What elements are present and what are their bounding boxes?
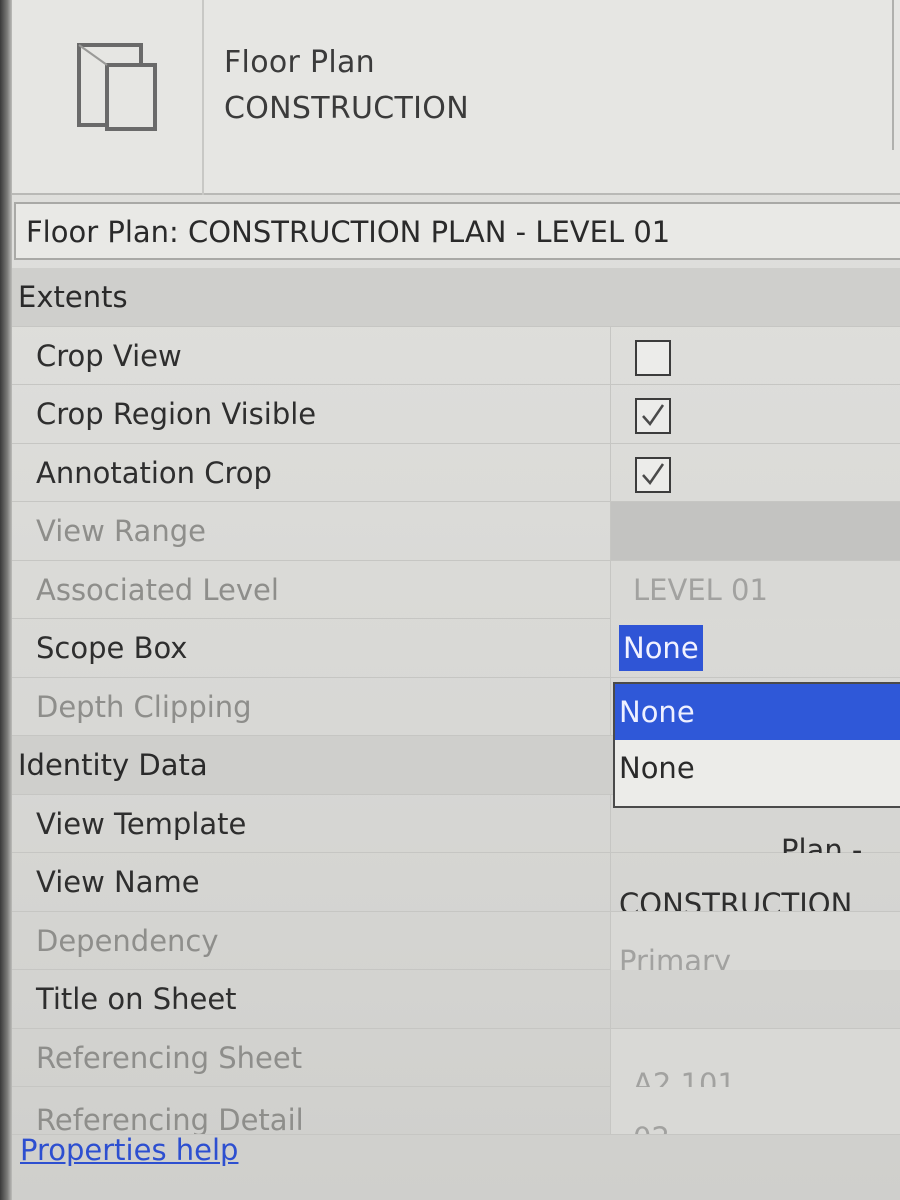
- scope-box-dropdown-list: None None: [613, 682, 900, 808]
- property-value: LEVEL 01: [610, 560, 900, 619]
- screen-bezel: [0, 0, 12, 1200]
- view-name-field[interactable]: CONSTRUCTION: [610, 853, 900, 911]
- crop-region-visible-checkbox[interactable]: [635, 398, 671, 434]
- view-selector-dropdown[interactable]: Floor Plan: CONSTRUCTION PLAN - LEVEL 01: [14, 202, 900, 260]
- referencing-sheet-value: A2.101: [633, 1066, 736, 1087]
- property-label: Depth Clipping: [36, 689, 252, 724]
- property-value: [610, 443, 900, 502]
- property-row-crop-view: Crop View: [12, 326, 900, 385]
- type-selector-divider: [202, 0, 204, 195]
- scope-box-select[interactable]: None: [610, 619, 900, 677]
- property-value: Primary: [610, 911, 900, 970]
- type-name: Floor Plan CONSTRUCTION: [224, 40, 469, 132]
- type-selector-edge: [892, 0, 900, 150]
- view-range-edit-button[interactable]: [610, 502, 900, 560]
- property-label: Title on Sheet: [36, 982, 237, 1016]
- property-label: View Range: [36, 514, 206, 548]
- scope-box-selected-value: None: [619, 625, 703, 671]
- dropdown-option[interactable]: None: [615, 684, 900, 740]
- crop-view-checkbox[interactable]: [635, 339, 671, 376]
- property-row-crop-region-visible: Crop Region Visible: [12, 385, 900, 444]
- property-label: Crop Region Visible: [36, 397, 317, 431]
- properties-palette: Floor Plan CONSTRUCTION Floor Plan: CONS…: [0, 0, 900, 1200]
- view-name-value: CONSTRUCTION: [619, 887, 853, 911]
- property-row-referencing-sheet: Referencing Sheet A2.101: [12, 1028, 900, 1087]
- property-label: Referencing Sheet: [36, 1040, 303, 1075]
- property-row-referencing-detail: Referencing Detail 02: [12, 1087, 900, 1135]
- type-family: Floor Plan: [224, 45, 375, 80]
- checkmark-icon: [642, 404, 665, 427]
- property-row-annotation-crop: Annotation Crop: [12, 443, 900, 502]
- property-label: Referencing Detail: [36, 1103, 304, 1135]
- property-row-dependency: Dependency Primary: [12, 911, 900, 970]
- type-selector[interactable]: Floor Plan CONSTRUCTION: [12, 0, 900, 195]
- annotation-crop-checkbox[interactable]: [635, 456, 671, 493]
- type-type: CONSTRUCTION: [224, 91, 469, 126]
- property-label: Associated Level: [36, 572, 279, 607]
- title-on-sheet-field[interactable]: [610, 970, 900, 1028]
- property-row-associated-level: Associated Level LEVEL 01: [12, 560, 900, 619]
- property-label: View Name: [36, 865, 200, 899]
- property-row-scope-box: Scope Box None: [12, 619, 900, 678]
- view-template-value: Plan -: [781, 832, 863, 853]
- dropdown-option[interactable]: None: [615, 740, 900, 796]
- property-label: Crop View: [36, 338, 182, 373]
- properties-help-link[interactable]: Properties help: [20, 1133, 238, 1167]
- property-row-title-on-sheet: Title on Sheet: [12, 970, 900, 1029]
- property-value: A2.101: [610, 1028, 900, 1087]
- property-label: Annotation Crop: [36, 455, 272, 490]
- property-value: [610, 385, 900, 443]
- property-row-view-range: View Range: [12, 502, 900, 561]
- referencing-detail-value: 02: [633, 1121, 670, 1134]
- group-header-extents[interactable]: Extents: [12, 268, 900, 327]
- property-label: Scope Box: [36, 631, 188, 665]
- property-value: [610, 326, 900, 385]
- property-value: 02: [610, 1087, 900, 1134]
- property-row-view-name: View Name CONSTRUCTION: [12, 853, 900, 912]
- dependency-value: Primary: [619, 943, 732, 970]
- floor-plan-icon: [77, 43, 157, 131]
- property-label: Dependency: [36, 923, 219, 958]
- checkmark-icon: [642, 462, 665, 485]
- property-label: View Template: [36, 806, 247, 841]
